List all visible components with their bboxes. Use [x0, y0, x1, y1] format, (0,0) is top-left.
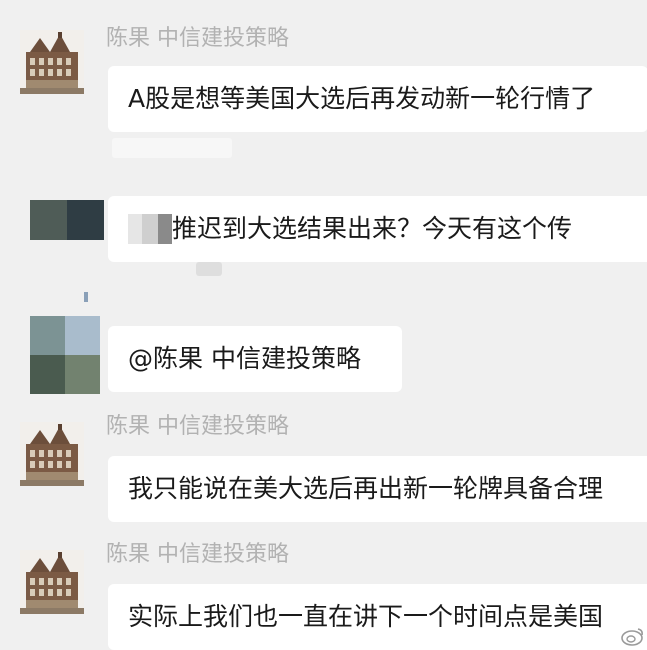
pixelated-avatar[interactable]: [30, 316, 100, 398]
avatar[interactable]: [20, 550, 84, 614]
weibo-logo-icon: [621, 628, 643, 646]
pixel-fragment: [84, 292, 88, 302]
message-text: @陈果 中信建投策略: [128, 344, 361, 373]
message-bubble[interactable]: 实际上我们也一直在讲下一个时间点是美国: [108, 584, 647, 650]
message-bubble[interactable]: 我只能说在美大选后再出新一轮牌具备合理: [108, 456, 647, 522]
message-bubble[interactable]: 推迟到大选结果出来？今天有这个传: [108, 196, 647, 262]
sender-name: 陈果 中信建投策略: [106, 542, 289, 567]
sender-name: 陈果 中信建投策略: [106, 414, 289, 439]
message-text: 推迟到大选结果出来？今天有这个传: [172, 214, 573, 243]
avatar[interactable]: [20, 422, 84, 486]
building-avatar-icon: [20, 550, 84, 614]
message-text: 我只能说在美大选后再出新一轮牌具备合理: [128, 474, 604, 503]
message-bubble[interactable]: A股是想等美国大选后再发动新一轮行情了: [108, 66, 647, 132]
message-text: A股是想等美国大选后再发动新一轮行情了: [128, 84, 596, 113]
building-avatar-icon: [20, 30, 84, 94]
message-bubble[interactable]: @陈果 中信建投策略: [108, 326, 402, 392]
building-avatar-icon: [20, 422, 84, 486]
watermark-logo-icon: [621, 626, 645, 646]
blurred-avatar-icon: [30, 200, 104, 240]
chat-history: 陈果 中信建投策略 A股是想等美国大选后再发动新一轮行情了 推迟到大选结果出来？…: [0, 0, 647, 650]
redaction-smudge: [112, 138, 232, 158]
sender-name: 陈果 中信建投策略: [106, 26, 289, 51]
avatar[interactable]: [20, 30, 84, 94]
pixelated-avatar[interactable]: [30, 200, 104, 244]
redaction-mosaic: [128, 214, 172, 248]
redaction-smudge: [196, 262, 222, 276]
blurred-avatar-icon: [30, 316, 100, 394]
censor-mosaic-icon: [128, 214, 172, 244]
message-text: 实际上我们也一直在讲下一个时间点是美国: [128, 602, 604, 631]
